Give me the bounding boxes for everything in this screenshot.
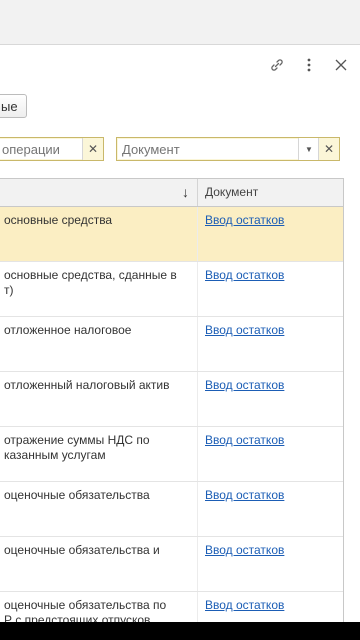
document-column-header[interactable]: Документ xyxy=(198,179,343,206)
operation-cell: отражение суммы НДС по казанным услугам xyxy=(0,427,198,481)
close-icon[interactable] xyxy=(332,56,350,74)
table-row[interactable]: основные средства Ввод остатков xyxy=(0,207,343,262)
partial-toolbar-button[interactable]: ые xyxy=(0,94,27,118)
document-cell: Ввод остатков xyxy=(198,262,343,316)
table-row[interactable]: отложенное налоговое Ввод остатков xyxy=(0,317,343,372)
dropdown-arrow-icon[interactable]: ▼ xyxy=(298,138,319,160)
document-cell: Ввод остатков xyxy=(198,537,343,591)
document-link[interactable]: Ввод остатков xyxy=(205,378,284,392)
more-vertical-icon[interactable] xyxy=(300,56,318,74)
clear-icon[interactable]: ✕ xyxy=(318,138,339,160)
document-cell: Ввод остатков xyxy=(198,207,343,261)
table-header: ↓ Документ xyxy=(0,179,343,207)
link-icon[interactable] xyxy=(268,56,286,74)
operation-column-header[interactable]: ↓ xyxy=(0,179,198,206)
document-cell: Ввод остатков xyxy=(198,427,343,481)
document-cell: Ввод остатков xyxy=(198,372,343,426)
document-link[interactable]: Ввод остатков xyxy=(205,268,284,282)
table-row[interactable]: оценочные обязательства и Ввод остатков xyxy=(0,537,343,592)
operation-cell: отложенный налоговый актив xyxy=(0,372,198,426)
clear-icon[interactable]: ✕ xyxy=(82,138,103,160)
operation-cell: оценочные обязательства и xyxy=(0,537,198,591)
document-link[interactable]: Ввод остатков xyxy=(205,543,284,557)
table-row[interactable]: отложенный налоговый актив Ввод остатков xyxy=(0,372,343,427)
filter-row: ✕ ▼ ✕ xyxy=(0,132,360,164)
document-link[interactable]: Ввод остатков xyxy=(205,433,284,447)
sort-down-arrow-icon[interactable]: ↓ xyxy=(182,184,189,200)
table-row[interactable]: оценочные обязательства Ввод остатков xyxy=(0,482,343,537)
document-link[interactable]: Ввод остатков xyxy=(205,488,284,502)
table-body: основные средства Ввод остатков основные с… xyxy=(0,207,343,640)
table-row[interactable]: основные средства, сданные в т) Ввод оста… xyxy=(0,262,343,317)
form-toolbar xyxy=(268,56,350,74)
window-top-strip xyxy=(0,0,360,45)
document-cell: Ввод остатков xyxy=(198,317,343,371)
table-row[interactable]: отражение суммы НДС по казанным услугам В… xyxy=(0,427,343,482)
document-link[interactable]: Ввод остатков xyxy=(205,323,284,337)
operation-cell: отложенное налоговое xyxy=(0,317,198,371)
operation-cell: основные средства, сданные в т) xyxy=(0,262,198,316)
document-filter-field[interactable]: ▼ ✕ xyxy=(116,137,340,161)
document-filter-input[interactable] xyxy=(118,139,298,159)
bottom-edge xyxy=(0,622,360,640)
operation-cell: оценочные обязательства xyxy=(0,482,198,536)
document-link[interactable]: Ввод остатков xyxy=(205,598,284,612)
operation-filter-field[interactable]: ✕ xyxy=(0,137,104,161)
operation-cell: основные средства xyxy=(0,207,198,261)
document-link[interactable]: Ввод остатков xyxy=(205,213,284,227)
operation-filter-input[interactable] xyxy=(0,139,82,159)
document-cell: Ввод остатков xyxy=(198,482,343,536)
operations-table: ↓ Документ основные средства Ввод остатко… xyxy=(0,178,344,640)
screen: ые ✕ ▼ ✕ ↓ Документ основные средства Вво… xyxy=(0,0,360,640)
